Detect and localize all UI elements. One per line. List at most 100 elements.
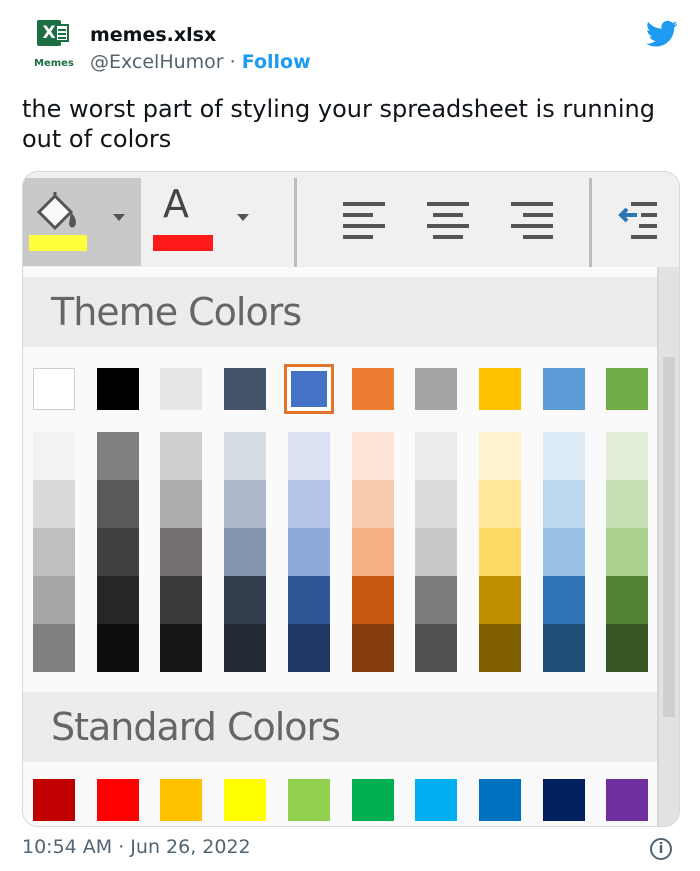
theme-shade-swatch[interactable] [478,480,521,528]
standard-color-swatch[interactable] [351,779,394,821]
theme-shade-swatch[interactable] [351,576,394,624]
theme-shade-swatch[interactable] [160,480,203,528]
theme-shade-swatch[interactable] [606,576,649,624]
theme-shade-swatch[interactable] [33,624,75,672]
theme-shade-swatch[interactable] [542,576,585,624]
theme-shade-swatch[interactable] [287,576,330,624]
font-color-icon[interactable]: A [163,182,189,226]
standard-color-swatch[interactable] [478,779,521,821]
theme-shade-swatch[interactable] [160,576,203,624]
theme-color-swatch[interactable] [415,368,458,410]
separator: · [229,51,236,73]
theme-shade-swatch[interactable] [606,480,649,528]
tweet-text: the worst part of styling your spreadshe… [22,95,655,153]
theme-shade-swatch[interactable] [160,432,203,480]
align-left-icon[interactable] [341,198,387,244]
theme-shade-swatch[interactable] [96,528,139,576]
theme-shade-swatch[interactable] [224,432,267,480]
palette-scrollbar[interactable] [659,267,679,826]
theme-shade-swatch[interactable] [351,480,394,528]
theme-color-swatch[interactable] [160,368,203,410]
standard-color-swatch[interactable] [287,779,330,821]
theme-shade-swatch[interactable] [606,432,649,480]
theme-shade-swatch[interactable] [415,480,458,528]
theme-shade-swatch[interactable] [415,432,458,480]
theme-shade-swatch[interactable] [33,528,75,576]
theme-color-swatch[interactable] [478,368,521,410]
theme-shade-swatch[interactable] [478,576,521,624]
theme-shade-swatch[interactable] [160,528,203,576]
theme-shade-swatch[interactable] [33,480,75,528]
theme-shade-swatch[interactable] [415,624,458,672]
theme-shade-swatch[interactable] [542,528,585,576]
theme-shade-swatch[interactable] [96,576,139,624]
theme-color-swatch[interactable] [606,368,649,410]
theme-color-swatch[interactable] [96,368,139,410]
theme-shade-swatch[interactable] [287,432,330,480]
toolbar-divider [589,178,592,268]
font-dropdown-chevron-icon[interactable] [237,214,249,221]
info-icon[interactable]: i [650,838,672,860]
theme-color-swatch[interactable] [283,364,334,414]
theme-shade-swatch[interactable] [415,528,458,576]
theme-shade-swatch[interactable] [224,528,267,576]
theme-colors-heading: Theme Colors [23,277,657,347]
theme-color-swatch[interactable] [351,368,394,410]
theme-color-swatch[interactable] [224,368,267,410]
theme-shade-swatch[interactable] [224,480,267,528]
theme-shade-swatch[interactable] [542,432,585,480]
theme-shade-swatch[interactable] [287,480,330,528]
sheet-grid-icon [55,24,69,42]
standard-color-swatch[interactable] [415,779,458,821]
scrollbar-thumb[interactable] [663,357,675,717]
ribbon-toolbar: A [23,172,679,268]
align-center-icon[interactable] [425,198,471,244]
theme-shade-swatch[interactable] [96,432,139,480]
standard-colors-heading: Standard Colors [23,692,657,762]
standard-color-swatch[interactable] [542,779,585,821]
theme-shade-swatch[interactable] [542,480,585,528]
theme-shade-swatch[interactable] [606,528,649,576]
theme-shade-swatch[interactable] [96,624,139,672]
decrease-indent-icon[interactable] [617,198,657,244]
standard-color-swatch[interactable] [96,779,139,821]
align-right-icon[interactable] [509,198,555,244]
standard-color-swatch[interactable] [224,779,267,821]
theme-shade-swatch[interactable] [542,624,585,672]
theme-shade-swatch[interactable] [351,624,394,672]
theme-shade-swatch[interactable] [478,432,521,480]
theme-shade-swatch[interactable] [224,624,267,672]
theme-shade-swatch[interactable] [160,624,203,672]
theme-shade-swatch[interactable] [33,432,75,480]
handle-row: @ExcelHumor · Follow [90,51,311,73]
theme-shade-swatch[interactable] [351,432,394,480]
avatar-label: Memes [34,58,74,69]
theme-shade-swatch[interactable] [415,576,458,624]
theme-shade-swatch[interactable] [224,576,267,624]
theme-shade-swatch[interactable] [606,624,649,672]
theme-shade-swatch[interactable] [287,528,330,576]
theme-shade-swatch[interactable] [287,624,330,672]
standard-color-swatch[interactable] [606,779,649,821]
tweet-image[interactable]: A Theme Colors Standard Colors [22,171,680,827]
theme-shade-swatch[interactable] [96,480,139,528]
twitter-bird-icon[interactable] [646,20,678,48]
standard-color-swatch[interactable] [160,779,203,821]
theme-shade-swatch[interactable] [33,576,75,624]
standard-color-swatch[interactable] [33,779,75,821]
font-color-indicator [153,235,213,251]
theme-shade-swatch[interactable] [351,528,394,576]
tweet-timestamp[interactable]: 10:54 AM · Jun 26, 2022 [22,836,251,858]
theme-color-swatch[interactable] [542,368,585,410]
theme-shade-swatch[interactable] [478,528,521,576]
follow-button[interactable]: Follow [242,51,311,73]
theme-shade-swatch[interactable] [478,624,521,672]
theme-color-swatch[interactable] [33,368,75,410]
avatar[interactable]: X Memes [22,16,82,76]
color-palette-dropdown: Theme Colors Standard Colors [23,267,659,826]
toolbar-divider [294,178,297,268]
display-name[interactable]: memes.xlsx [90,24,216,46]
handle[interactable]: @ExcelHumor [90,51,224,73]
fill-color-icon [36,192,76,231]
fill-dropdown-chevron-icon[interactable] [113,214,125,221]
